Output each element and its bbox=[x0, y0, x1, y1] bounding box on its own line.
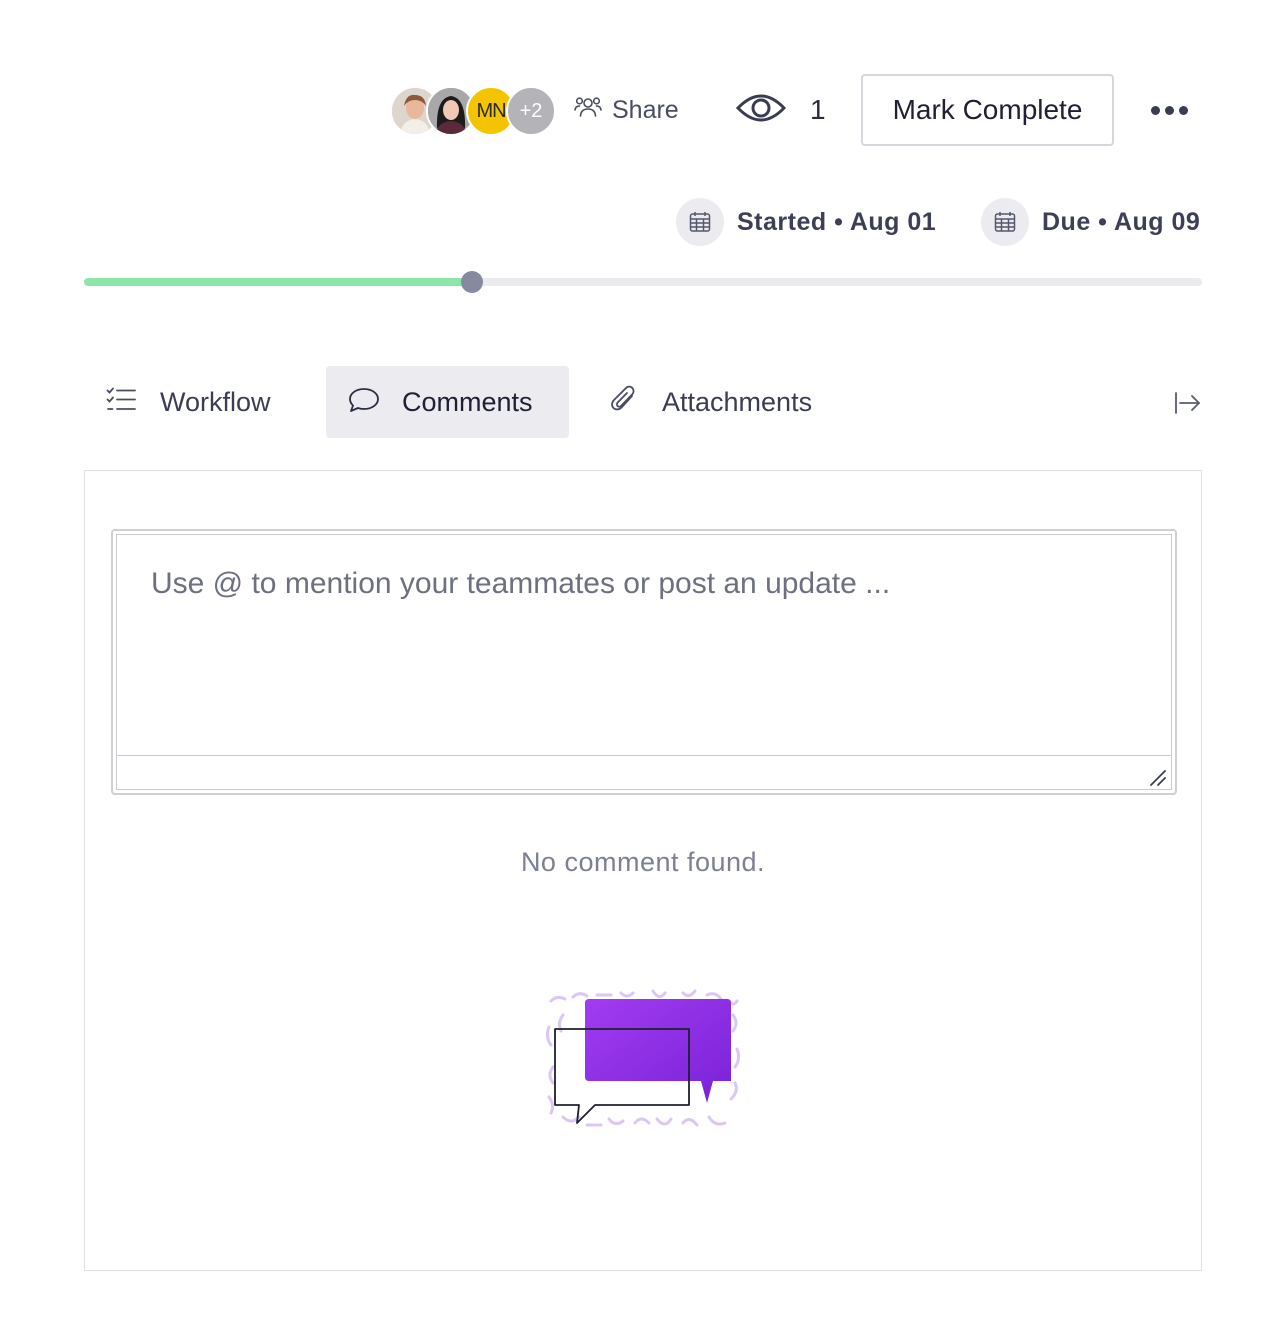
due-date-label: Due • Aug 09 bbox=[1042, 207, 1201, 236]
share-button[interactable]: Share bbox=[574, 92, 679, 128]
due-date[interactable]: Due • Aug 09 bbox=[981, 198, 1200, 246]
comments-panel: No comment found. bbox=[84, 470, 1202, 1271]
more-horizontal-icon bbox=[1148, 105, 1190, 115]
more-assignees-count[interactable]: +2 bbox=[506, 86, 556, 136]
task-header-actions: MN +2 Share 1 Mark Complete bbox=[0, 74, 1274, 146]
resize-handle-icon[interactable] bbox=[1147, 767, 1167, 787]
assignee-avatars[interactable]: MN +2 bbox=[390, 86, 560, 136]
watchers-button[interactable]: 1 bbox=[735, 86, 826, 134]
progress-handle[interactable] bbox=[460, 271, 483, 293]
tab-attachments-label: Attachments bbox=[662, 386, 813, 417]
mark-complete-button[interactable]: Mark Complete bbox=[861, 74, 1114, 146]
speech-bubble-icon bbox=[348, 386, 380, 419]
tab-comments-label: Comments bbox=[402, 386, 533, 417]
checklist-icon bbox=[106, 387, 136, 418]
tab-comments[interactable]: Comments bbox=[326, 366, 569, 438]
tab-workflow-label: Workflow bbox=[160, 386, 271, 417]
empty-state-message: No comment found. bbox=[520, 847, 766, 877]
calendar-icon bbox=[981, 198, 1029, 246]
comment-input[interactable] bbox=[117, 535, 1171, 756]
progress-fill bbox=[84, 278, 472, 286]
watchers-count: 1 bbox=[810, 94, 826, 125]
comment-editor bbox=[111, 529, 1177, 795]
calendar-icon bbox=[676, 198, 724, 246]
people-icon bbox=[574, 95, 602, 126]
arrow-right-to-line-icon bbox=[1172, 392, 1202, 422]
collapse-panel-button[interactable] bbox=[1172, 388, 1202, 418]
task-tabs: Workflow Comments Attachments bbox=[84, 366, 1202, 438]
more-options-button[interactable] bbox=[1146, 94, 1192, 126]
tab-attachments[interactable]: Attachments bbox=[590, 366, 850, 438]
empty-comments-illustration bbox=[543, 987, 743, 1147]
start-date[interactable]: Started • Aug 01 bbox=[676, 198, 936, 246]
eye-icon bbox=[735, 88, 787, 133]
start-date-label: Started • Aug 01 bbox=[737, 207, 937, 236]
share-label: Share bbox=[612, 95, 679, 124]
paperclip-icon bbox=[610, 385, 638, 420]
task-progress-bar[interactable] bbox=[84, 271, 1202, 293]
tab-workflow[interactable]: Workflow bbox=[84, 366, 304, 438]
